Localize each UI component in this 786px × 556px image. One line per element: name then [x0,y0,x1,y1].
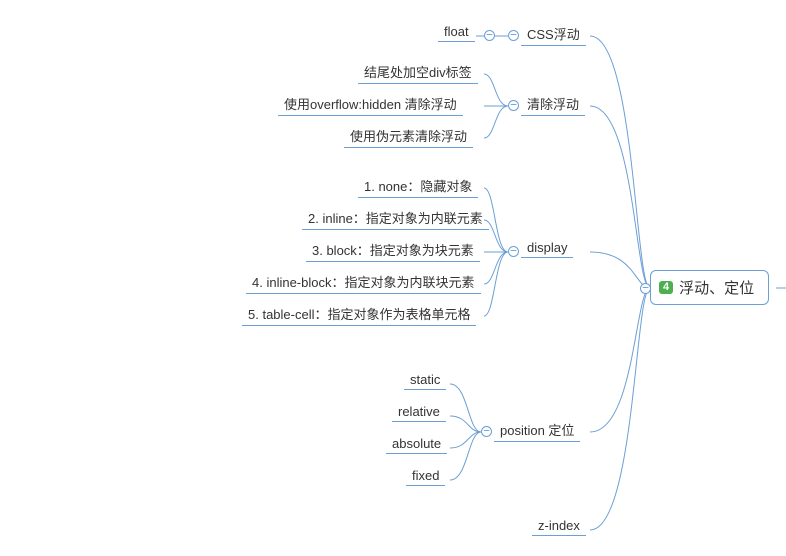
branch-position[interactable]: position 定位 [494,418,580,442]
collapse-icon[interactable]: − [481,426,492,437]
leaf-position-static[interactable]: static [404,370,446,390]
branch-css-float[interactable]: CSS浮动 [521,22,586,46]
leaf-clear-div[interactable]: 结尾处加空div标签 [358,60,478,84]
collapse-icon[interactable]: − [508,246,519,257]
leaf-display-block[interactable]: 3. block：指定对象为块元素 [306,238,480,262]
branch-clear-float[interactable]: 清除浮动 [521,92,585,116]
collapse-icon[interactable]: − [508,100,519,111]
leaf-position-fixed[interactable]: fixed [406,466,445,486]
branch-display[interactable]: display [521,238,573,258]
leaf-clear-overflow[interactable]: 使用overflow:hidden 清除浮动 [278,92,463,116]
collapse-icon[interactable]: − [484,30,495,41]
leaf-display-table-cell[interactable]: 5. table-cell：指定对象作为表格单元格 [242,302,476,326]
leaf-display-none[interactable]: 1. none：隐藏对象 [358,174,478,198]
leaf-clear-pseudo[interactable]: 使用伪元素清除浮动 [344,124,473,148]
leaf-position-absolute[interactable]: absolute [386,434,447,454]
collapse-icon[interactable]: − [640,283,651,294]
leaf-position-relative[interactable]: relative [392,402,446,422]
leaf-display-inline[interactable]: 2. inline：指定对象为内联元素 [302,206,489,230]
leaf-display-inline-block[interactable]: 4. inline-block：指定对象为内联块元素 [246,270,481,294]
leaf-float[interactable]: float [438,22,475,42]
root-node[interactable]: 4 浮动、定位 [650,270,769,305]
collapse-icon[interactable]: − [508,30,519,41]
branch-z-index[interactable]: z-index [532,516,586,536]
root-badge: 4 [659,281,673,294]
root-title: 浮动、定位 [679,277,754,298]
